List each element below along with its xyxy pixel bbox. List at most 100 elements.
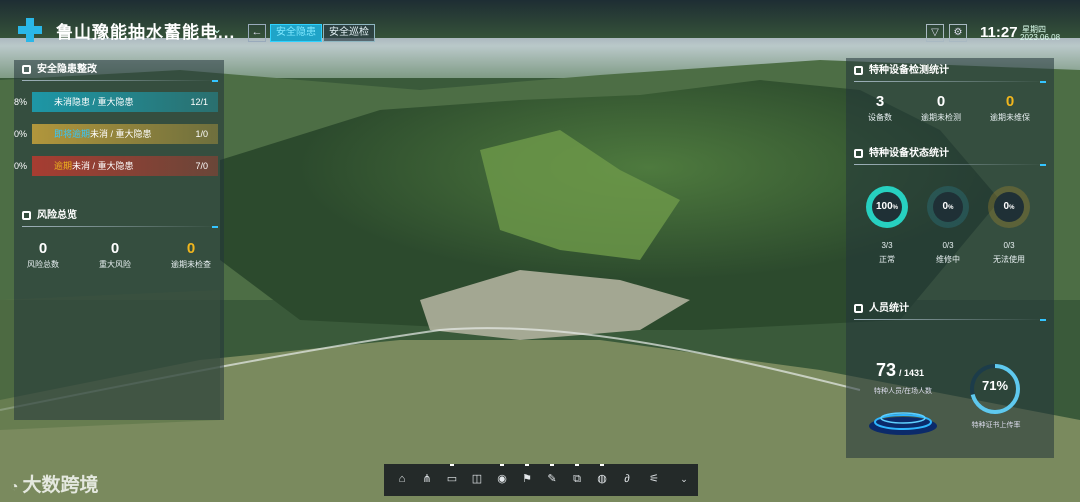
gauge-label: 维修中: [936, 255, 960, 264]
title-bullet-icon: [854, 66, 863, 75]
book-icon[interactable]: ◫: [469, 471, 485, 487]
gauge-ring: 100%: [866, 186, 908, 228]
divider: [22, 226, 218, 227]
gauge-value: 100: [875, 201, 893, 212]
hazard-label-rest: 未消 / 重大隐患: [90, 129, 152, 139]
hazard-panel-title: 安全隐患整改: [22, 62, 97, 78]
overdue-detect-label: 逾期未检测: [921, 113, 961, 122]
equip-title-text: 特种设备检测统计: [869, 65, 949, 76]
divider: [854, 319, 1046, 320]
flag-icon[interactable]: ⚑: [519, 464, 535, 487]
hazard-row[interactable]: 8% 未消隐患 / 重大隐患 12/1: [8, 92, 218, 112]
back-button[interactable]: ←: [248, 24, 266, 42]
hazard-label-text: 未消隐患 / 重大隐患: [54, 97, 134, 107]
active-pip: [550, 464, 554, 466]
hazard-pct: 0%: [14, 129, 28, 139]
gauge-label: 无法使用: [993, 255, 1025, 264]
people-count-value: 73: [876, 360, 897, 380]
bottom-toolbar: ⌂ ⋔ ▭ ◫ ◉ ⚑ ✎ ⧉ ◍ ∂ ⚟ ⌄: [384, 464, 698, 496]
title-accent: [212, 80, 218, 82]
active-pip: [600, 464, 604, 466]
gauge-unit: %: [1009, 205, 1015, 211]
hazard-label-rest: 未消 / 重大隐患: [72, 161, 134, 171]
title-accent: [1040, 81, 1046, 83]
gauge-unit: %: [948, 205, 954, 211]
pedestal-icon: [869, 412, 937, 435]
active-pip: [500, 464, 504, 466]
gauge-center: 0%: [933, 192, 963, 222]
hazard-pct: 8%: [14, 97, 28, 107]
title-bullet-icon: [854, 304, 863, 313]
hazard-row[interactable]: 0% 逾期未消 / 重大隐患 7/0: [8, 156, 218, 176]
major-risk-label: 重大风险: [99, 260, 131, 269]
home-icon[interactable]: ⌂: [394, 471, 410, 487]
overdue-check-label: 逾期未检查: [171, 260, 211, 269]
gauge-ratio: 0/3: [1003, 241, 1015, 250]
gauge-label: 正常: [879, 255, 895, 264]
copy-icon[interactable]: ⧉: [569, 464, 585, 487]
cert-rate-value: 71%: [981, 378, 1009, 393]
gauge-ring: 0%: [927, 186, 969, 228]
risk-total-value: 0: [38, 240, 48, 257]
cert-rate-label: 特种证书上传率: [971, 422, 1021, 429]
title-accent: [1040, 164, 1046, 166]
hazard-count: 1/0: [195, 129, 208, 139]
watermark: ◔ 大数跨境: [10, 470, 98, 497]
tab-safety-hazard[interactable]: 安全隐患: [270, 24, 322, 42]
hazard-count: 7/0: [195, 161, 208, 171]
people-count-label: 特种人员/在场人数: [874, 388, 932, 395]
logo-icon: [18, 18, 42, 42]
equip-count-label: 设备数: [868, 113, 892, 122]
overdue-check-value: 0: [186, 240, 196, 257]
location-icon[interactable]: ◉: [494, 464, 510, 487]
active-pip: [450, 464, 454, 466]
project-title[interactable]: 鲁山豫能抽水蓄能电...: [56, 18, 235, 43]
edit-icon[interactable]: ✎: [544, 464, 560, 487]
hazard-highlight: 逾期: [54, 161, 73, 171]
draw-icon[interactable]: ∂: [619, 471, 635, 487]
equip-count-value: 3: [875, 93, 885, 110]
hazard-row[interactable]: 0% 即将逾期未消 / 重大隐患 1/0: [8, 124, 218, 144]
people-count: 73/ 1431: [876, 360, 924, 381]
divider: [854, 81, 1046, 82]
title-accent: [1040, 319, 1046, 321]
hazard-pct: 0%: [14, 161, 28, 171]
watermark-logo-icon: ◔: [10, 478, 19, 494]
hazard-label: 逾期未消 / 重大隐患: [54, 156, 134, 176]
title-bullet-icon: [22, 211, 31, 220]
date: 2023.06.08: [1020, 33, 1061, 42]
chevron-down-icon[interactable]: ⌄: [212, 22, 222, 36]
hazard-count: 12/1: [190, 97, 208, 107]
risk-panel-title: 风险总览: [22, 208, 77, 224]
network-icon[interactable]: ⋔: [419, 471, 435, 487]
hazard-label: 未消隐患 / 重大隐患: [54, 92, 134, 112]
overdue-detect-value: 0: [936, 93, 946, 110]
risk-total-label: 风险总数: [27, 260, 59, 269]
title-bullet-icon: [22, 65, 31, 74]
sliders-icon[interactable]: ⚟: [646, 471, 662, 487]
gauge-center: 100%: [872, 192, 902, 222]
active-pip: [575, 464, 579, 466]
globe-icon[interactable]: ◍: [594, 464, 610, 487]
status-title-text: 特种设备状态统计: [869, 148, 949, 159]
gauge-unit: %: [892, 205, 899, 211]
active-pip: [525, 464, 529, 466]
hazard-title-text: 安全隐患整改: [37, 64, 97, 75]
status-panel-title: 特种设备状态统计: [854, 146, 949, 162]
gauge-ratio: 3/3: [881, 241, 893, 250]
hazard-label: 即将逾期未消 / 重大隐患: [54, 124, 152, 144]
title-accent: [212, 226, 218, 228]
divider: [22, 80, 218, 81]
tab-safety-inspection[interactable]: 安全巡检: [323, 24, 375, 42]
settings-icon[interactable]: ⚙: [949, 24, 967, 42]
clock-time: 11:27: [980, 24, 1018, 41]
overdue-maint-label: 逾期未维保: [990, 113, 1030, 122]
layers-icon[interactable]: ▭: [444, 464, 460, 487]
hazard-highlight: 即将逾期: [54, 129, 91, 139]
filter-icon[interactable]: ▽: [926, 24, 944, 42]
risk-title-text: 风险总览: [37, 210, 77, 221]
chevron-down-icon[interactable]: ⌄: [676, 471, 692, 487]
title-bullet-icon: [854, 149, 863, 158]
top-bar: 鲁山豫能抽水蓄能电... ⌄ ← 安全隐患 安全巡检 ▽ ⚙ 11:27 星期四…: [0, 0, 1080, 46]
gauge-ratio: 0/3: [942, 241, 954, 250]
